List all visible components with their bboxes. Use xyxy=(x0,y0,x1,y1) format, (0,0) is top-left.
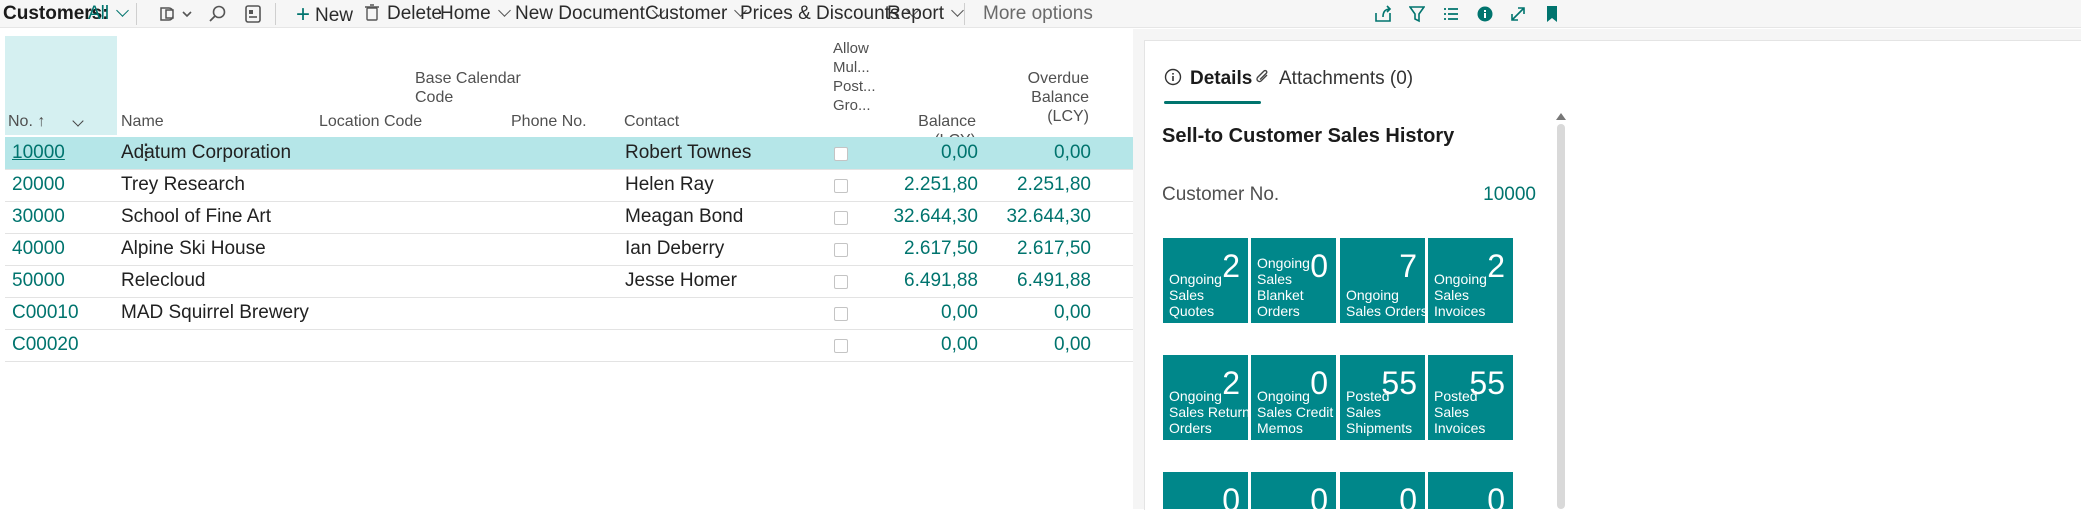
section-title: Sell-to Customer Sales History xyxy=(1162,125,1455,147)
customer-name: Trey Research xyxy=(121,174,245,195)
cue-tile-posted-sales-shipments[interactable]: 55 Posted Sales Shipments xyxy=(1340,355,1425,440)
delete-button[interactable]: Delete xyxy=(365,0,442,27)
cue-tile[interactable]: 0 xyxy=(1428,472,1513,518)
allow-multiple-checkbox[interactable] xyxy=(834,275,848,289)
balance-value[interactable]: 32.644,30 xyxy=(875,201,978,233)
new-document-menu[interactable]: New Document xyxy=(515,0,665,27)
toolbar-divider xyxy=(275,3,276,25)
balance-value[interactable]: 0,00 xyxy=(875,137,978,169)
customer-name: MAD Squirrel Brewery xyxy=(121,302,309,323)
col-header-name[interactable]: Name xyxy=(121,112,164,131)
customer-name: Alpine Ski House xyxy=(121,238,266,259)
info-icon[interactable] xyxy=(1477,0,1493,27)
col-header-contact[interactable]: Contact xyxy=(624,112,679,131)
active-tab-indicator xyxy=(1164,101,1261,104)
customer-no-link[interactable]: 20000 xyxy=(12,169,65,201)
customer-no-link[interactable]: C00020 xyxy=(12,329,79,361)
scroll-up-arrow-icon[interactable] xyxy=(1556,113,1566,120)
customer-no-value[interactable]: 10000 xyxy=(1450,184,1536,206)
allow-multiple-checkbox[interactable] xyxy=(834,211,848,225)
search-icon[interactable] xyxy=(207,0,227,27)
allow-multiple-checkbox[interactable] xyxy=(834,147,848,161)
expand-icon[interactable] xyxy=(1510,0,1526,27)
home-menu[interactable]: Home xyxy=(440,0,511,27)
analysis-mode-icon[interactable] xyxy=(244,0,262,27)
report-menu[interactable]: Report xyxy=(887,0,964,27)
col-header-no[interactable]: No. ↑ xyxy=(8,112,45,131)
cue-tile[interactable]: 0 xyxy=(1163,472,1248,518)
customer-no-link[interactable]: 10000 xyxy=(12,137,65,169)
trash-icon xyxy=(365,4,379,21)
col-header-allow-multiple-posting-groups[interactable]: Allow Mul... Post... Gro... xyxy=(833,39,876,115)
cue-tile-ongoing-sales-blanket-orders[interactable]: 0 Ongoing Sales Blanket Orders xyxy=(1251,238,1336,323)
contact-name: Helen Ray xyxy=(625,174,714,195)
info-circle-icon xyxy=(1164,68,1182,86)
tab-details[interactable]: Details xyxy=(1164,66,1252,90)
more-options-button[interactable]: More options xyxy=(983,0,1093,27)
col-header-overdue-balance[interactable]: Overdue Balance (LCY) xyxy=(980,69,1089,126)
customer-no-link[interactable]: C00010 xyxy=(12,297,79,329)
table-row[interactable]: 10000 ⋮ Adatum Corporation Robert Townes… xyxy=(5,137,1133,170)
table-row[interactable]: 20000 Trey Research Helen Ray 2.251,80 2… xyxy=(5,169,1133,202)
balance-value[interactable]: 2.617,50 xyxy=(875,233,978,265)
view-filter-dropdown[interactable]: All xyxy=(88,0,129,27)
allow-multiple-checkbox[interactable] xyxy=(834,339,848,353)
new-button[interactable]: + New xyxy=(296,0,353,28)
scrollbar[interactable] xyxy=(1557,124,1565,509)
customer-menu[interactable]: Customer xyxy=(645,0,748,27)
allow-multiple-checkbox[interactable] xyxy=(834,179,848,193)
overdue-balance-value[interactable]: 0,00 xyxy=(985,329,1091,361)
copilot-icon[interactable] xyxy=(158,0,194,27)
balance-value[interactable]: 0,00 xyxy=(875,297,978,329)
cue-tile-ongoing-sales-return-orders[interactable]: 2 Ongoing Sales Return Orders xyxy=(1163,355,1250,440)
cue-tile[interactable]: 0 xyxy=(1340,472,1425,518)
action-bar: Customers: All + New Delete Home New Docu… xyxy=(0,0,2081,28)
cue-tile-posted-sales-invoices[interactable]: 55 Posted Sales Invoices xyxy=(1428,355,1513,440)
col-header-location-code[interactable]: Location Code xyxy=(319,112,422,131)
customer-name: School of Fine Art xyxy=(121,206,271,227)
cue-tile-ongoing-sales-quotes[interactable]: 2 Ongoing Sales Quotes xyxy=(1163,238,1248,323)
tab-attachments[interactable]: Attachments (0) xyxy=(1255,66,1413,90)
allow-multiple-checkbox[interactable] xyxy=(834,307,848,321)
overdue-balance-value[interactable]: 2.617,50 xyxy=(985,233,1091,265)
customer-name: Adatum Corporation xyxy=(121,142,292,163)
customer-name: Relecloud xyxy=(121,270,206,291)
customer-list: No. ↑ Name Location Code Base Calendar Co… xyxy=(0,29,1133,509)
balance-value[interactable]: 6.491,88 xyxy=(875,265,978,297)
filter-icon[interactable] xyxy=(1409,0,1425,27)
contact-name: Meagan Bond xyxy=(625,206,744,227)
balance-value[interactable]: 0,00 xyxy=(875,329,978,361)
customer-no-link[interactable]: 40000 xyxy=(12,233,65,265)
bookmark-icon[interactable] xyxy=(1546,0,1558,27)
customer-no-label: Customer No. xyxy=(1162,184,1280,205)
cue-tile-ongoing-sales-orders[interactable]: 7 Ongoing Sales Orders xyxy=(1340,238,1428,323)
allow-multiple-checkbox[interactable] xyxy=(834,243,848,257)
customer-no-link[interactable]: 50000 xyxy=(12,265,65,297)
toolbar-divider xyxy=(964,3,965,25)
col-header-phone-no[interactable]: Phone No. xyxy=(511,112,587,131)
overdue-balance-value[interactable]: 6.491,88 xyxy=(985,265,1091,297)
paperclip-icon xyxy=(1256,69,1268,83)
cue-tile-ongoing-sales-invoices[interactable]: 2 Ongoing Sales Invoices xyxy=(1428,238,1513,323)
contact-name: Jesse Homer xyxy=(625,270,737,291)
customer-no-link[interactable]: 30000 xyxy=(12,201,65,233)
table-row[interactable]: 40000 Alpine Ski House Ian Deberry 2.617… xyxy=(5,233,1133,266)
cue-tile-ongoing-sales-credit-memos[interactable]: 0 Ongoing Sales Credit Memos xyxy=(1251,355,1336,440)
overdue-balance-value[interactable]: 0,00 xyxy=(985,137,1091,169)
overdue-balance-value[interactable]: 2.251,80 xyxy=(985,169,1091,201)
table-row[interactable]: C00010 MAD Squirrel Brewery 0,00 0,00 xyxy=(5,297,1133,330)
balance-value[interactable]: 2.251,80 xyxy=(875,169,978,201)
share-icon[interactable] xyxy=(1374,0,1392,27)
contact-name: Robert Townes xyxy=(625,142,752,163)
table-row[interactable]: 50000 Relecloud Jesse Homer 6.491,88 6.4… xyxy=(5,265,1133,298)
overdue-balance-value[interactable]: 32.644,30 xyxy=(985,201,1091,233)
cue-tile[interactable]: 0 xyxy=(1251,472,1336,518)
table-row[interactable]: C00020 0,00 0,00 xyxy=(5,329,1133,362)
list-view-icon[interactable] xyxy=(1443,0,1459,27)
col-header-base-calendar-code[interactable]: Base Calendar Code xyxy=(415,69,521,107)
overdue-balance-value[interactable]: 0,00 xyxy=(985,297,1091,329)
toolbar-divider xyxy=(136,3,137,25)
contact-name: Ian Deberry xyxy=(625,238,725,259)
table-row[interactable]: 30000 School of Fine Art Meagan Bond 32.… xyxy=(5,201,1133,234)
